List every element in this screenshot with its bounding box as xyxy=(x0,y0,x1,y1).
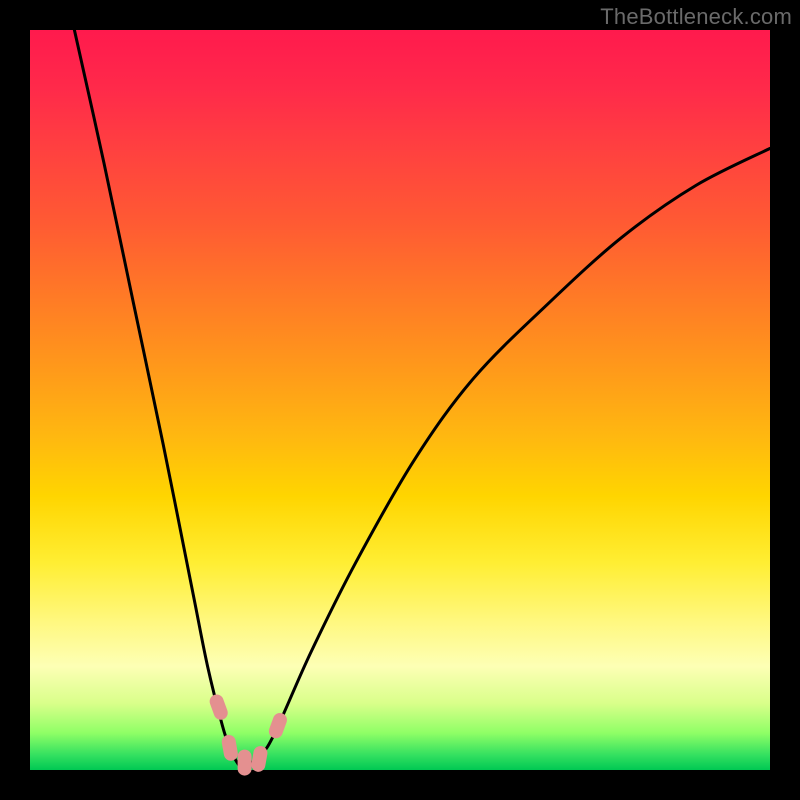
curve-marker xyxy=(208,692,230,721)
bottleneck-curve xyxy=(74,30,770,770)
curve-layer xyxy=(30,30,770,770)
curve-marker xyxy=(250,745,268,773)
watermark-text: TheBottleneck.com xyxy=(600,4,792,30)
chart-frame: TheBottleneck.com xyxy=(0,0,800,800)
plot-area xyxy=(30,30,770,770)
curve-marker xyxy=(221,734,239,762)
marker-group xyxy=(208,692,289,775)
curve-marker xyxy=(238,750,252,776)
curve-marker xyxy=(267,711,289,740)
